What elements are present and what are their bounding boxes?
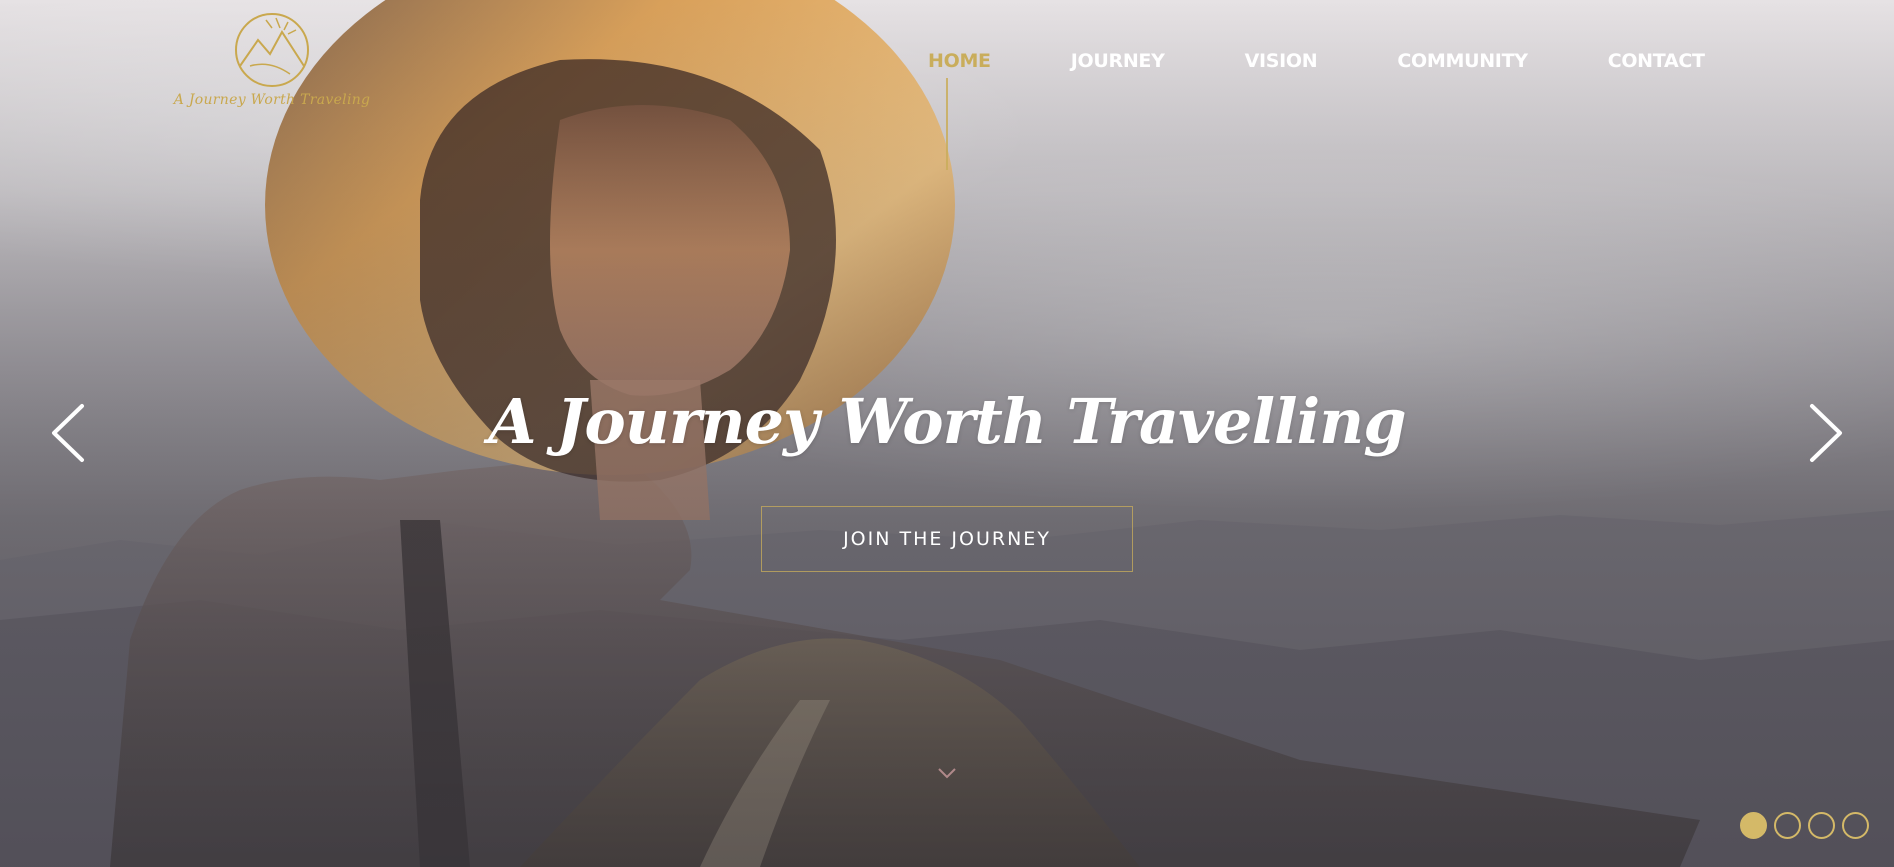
nav-item-contact[interactable]: CONTACT [1608, 50, 1705, 72]
slider-dot-2[interactable] [1774, 812, 1801, 839]
nav-item-vision[interactable]: VISION [1245, 50, 1318, 72]
join-the-journey-button[interactable]: JOIN THE JOURNEY [761, 506, 1133, 572]
slider-dot-1[interactable] [1740, 812, 1767, 839]
chevron-down-icon [938, 768, 956, 779]
chevron-left-icon [52, 404, 84, 462]
slider-dot-3[interactable] [1808, 812, 1835, 839]
brand-logo[interactable]: A Journey Worth Traveling [174, 10, 370, 120]
scroll-down-button[interactable] [936, 765, 958, 781]
slider-dot-4[interactable] [1842, 812, 1869, 839]
mountain-sun-circle-icon [235, 13, 309, 87]
active-nav-indicator [946, 78, 948, 170]
nav-item-journey[interactable]: JOURNEY [1071, 50, 1165, 72]
main-nav: HOME JOURNEY VISION COMMUNITY CONTACT [928, 50, 1705, 72]
logo-text: A Journey Worth Traveling [173, 92, 371, 108]
nav-item-home[interactable]: HOME [928, 50, 991, 72]
slider-pagination [1740, 812, 1869, 839]
nav-item-community[interactable]: COMMUNITY [1397, 50, 1528, 72]
chevron-right-icon [1810, 404, 1842, 462]
hero-headline: A Journey Worth Travelling [488, 385, 1406, 458]
slider-prev-button[interactable] [48, 402, 88, 464]
slider-next-button[interactable] [1806, 402, 1846, 464]
